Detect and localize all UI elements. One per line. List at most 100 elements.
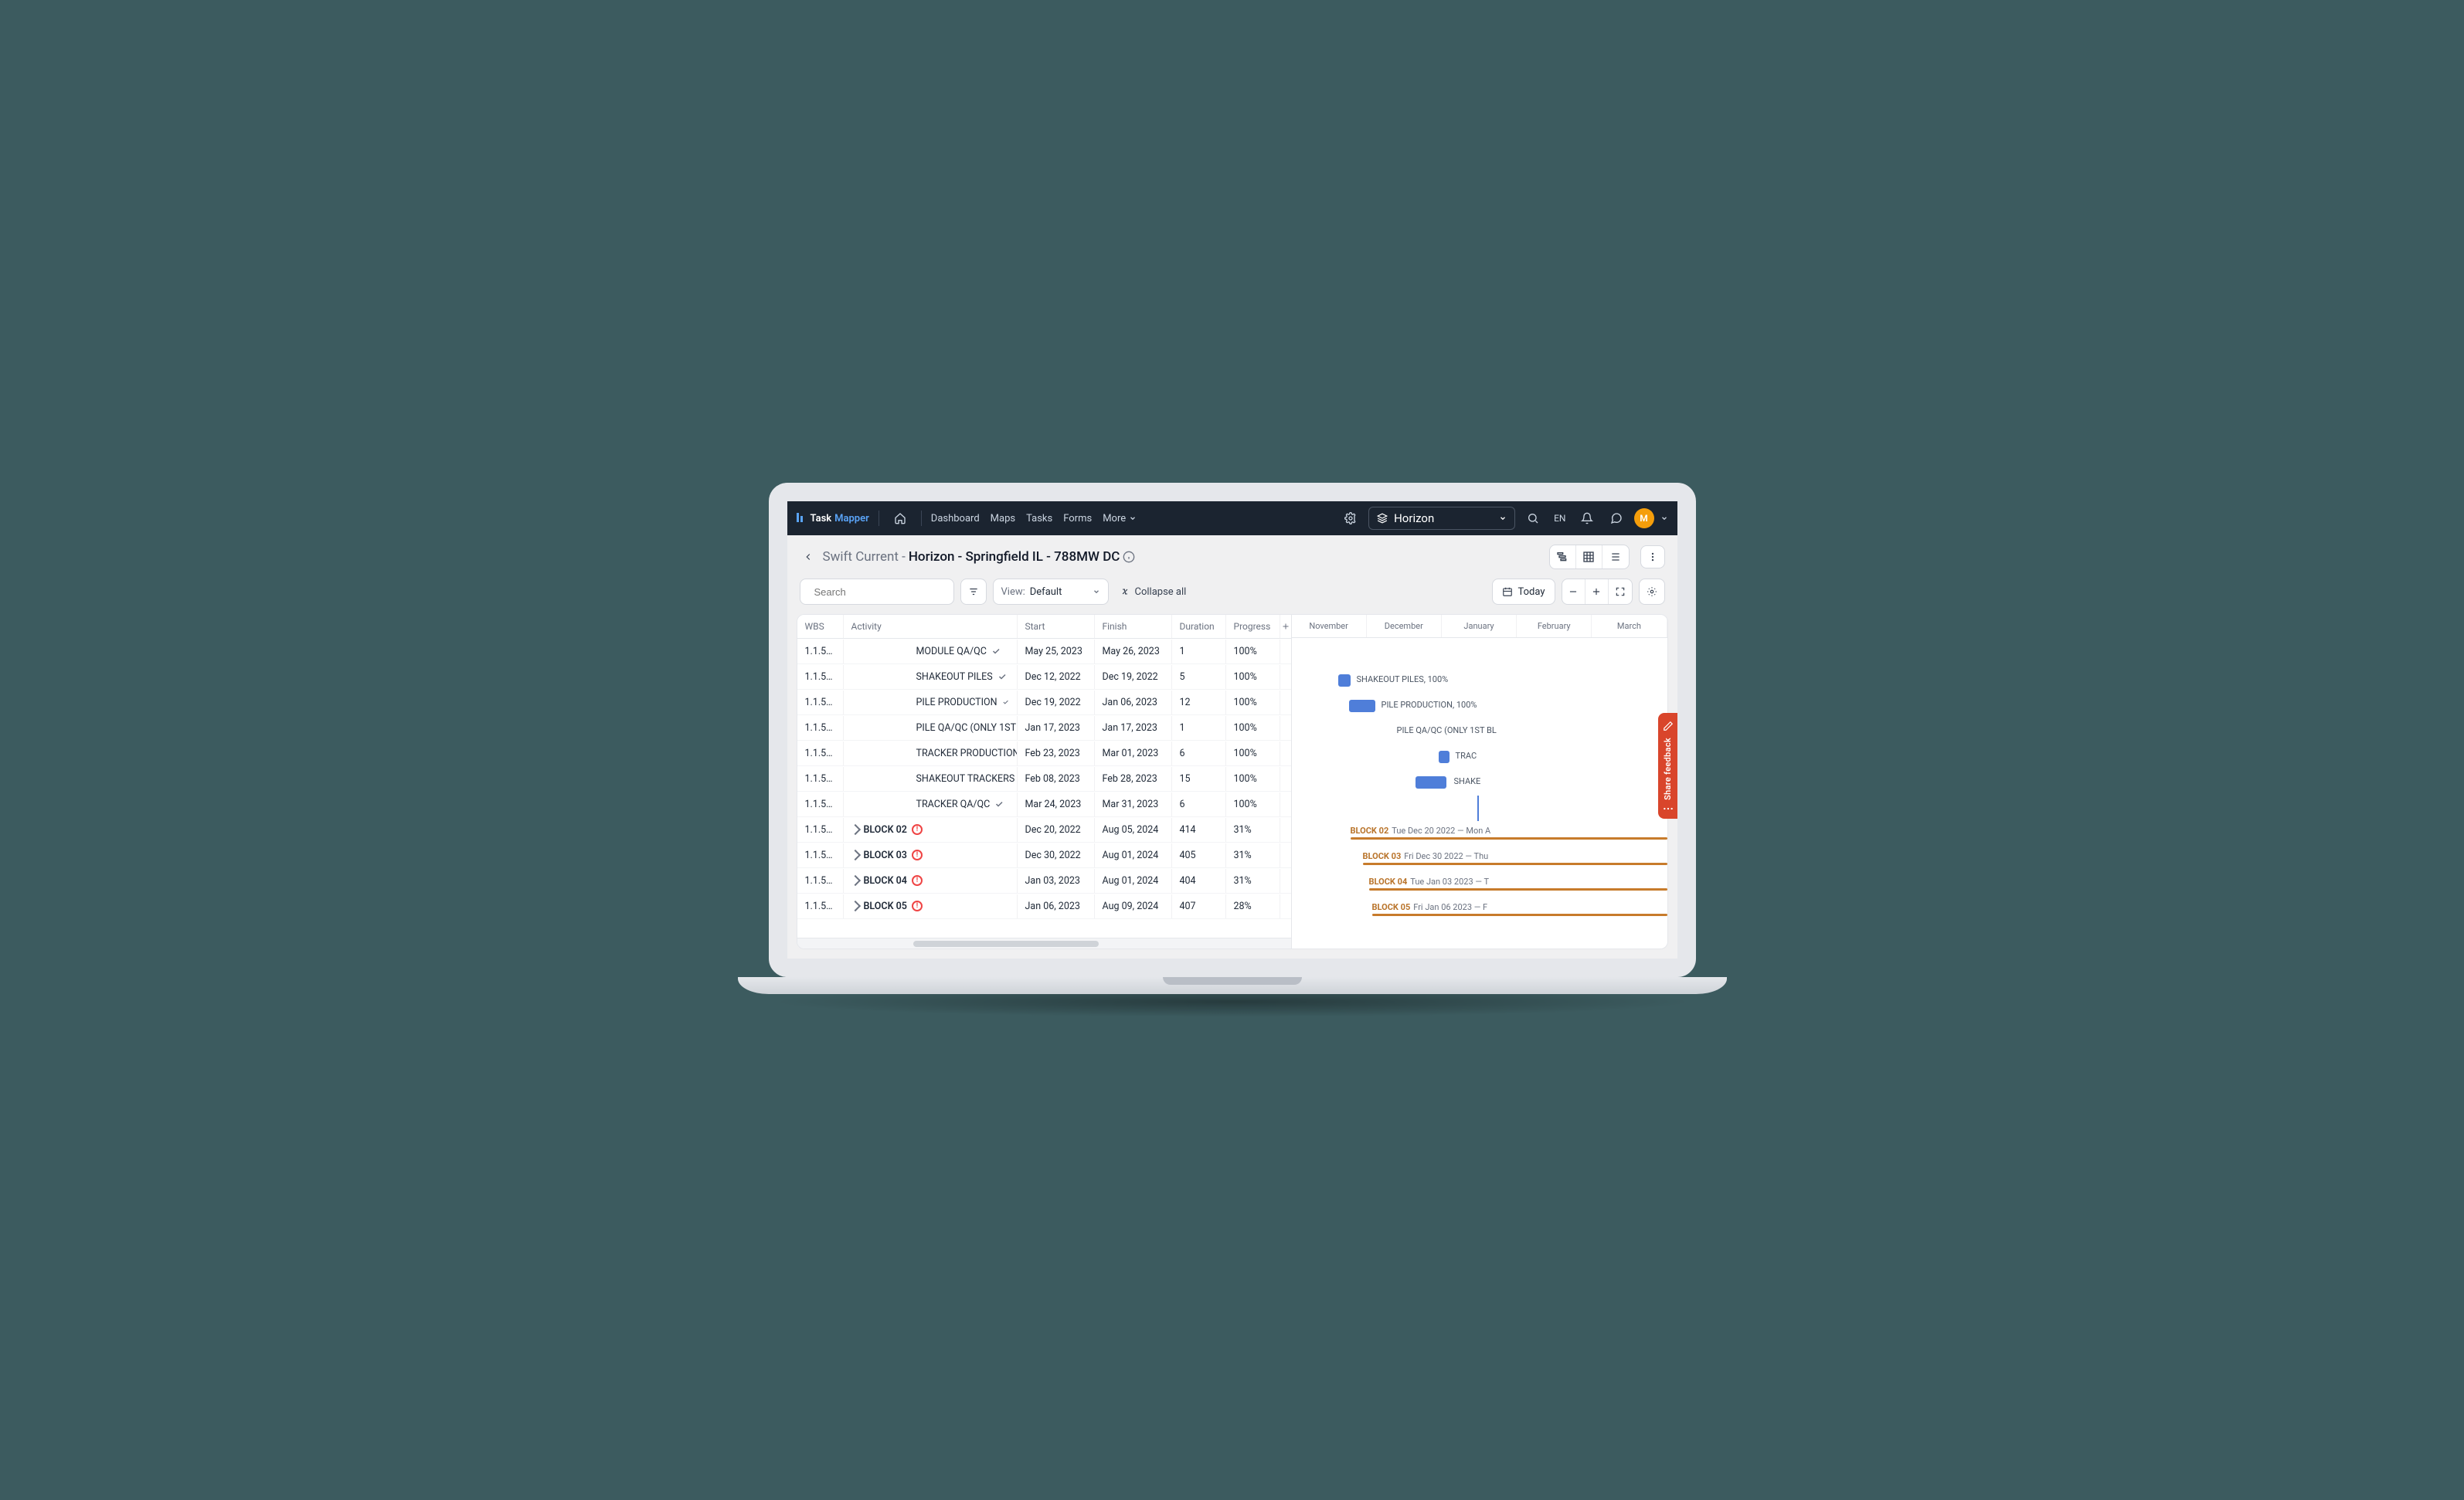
table-row[interactable]: 1.1.5.5.4.BLOCK 03!Dec 30, 2022Aug 01, 2… xyxy=(797,843,1291,868)
gantt-block-row[interactable]: BLOCK 04Tue Jan 03 2023 — T xyxy=(1292,872,1667,898)
cell-wbs: 1.1.5.5.4. xyxy=(797,742,844,765)
breadcrumb: Swift Current - Horizon - Springfield IL… xyxy=(823,549,1136,565)
settings-icon[interactable] xyxy=(1339,507,1362,530)
avatar[interactable]: M xyxy=(1634,508,1654,528)
project-selector[interactable]: Horizon xyxy=(1368,507,1515,530)
cell-activity: MODULE QA/QC xyxy=(844,640,1018,663)
more-actions-button[interactable] xyxy=(1640,545,1665,568)
cell-start: Dec 12, 2022 xyxy=(1018,665,1095,689)
back-button[interactable] xyxy=(800,548,817,565)
table-row[interactable]: 1.1.5.5.4.BLOCK 05!Jan 06, 2023Aug 09, 2… xyxy=(797,894,1291,919)
add-column-button[interactable] xyxy=(1280,615,1291,638)
cell-activity: PILE QA/QC (ONLY 1ST BLOC xyxy=(844,716,1018,740)
search-field[interactable] xyxy=(800,579,954,605)
view-select[interactable]: View: Default xyxy=(993,579,1109,605)
cell-finish: Aug 09, 2024 xyxy=(1095,894,1172,918)
breadcrumb-org: Swift Current - xyxy=(823,549,906,565)
table-row[interactable]: 1.1.5.5.4.SHAKEOUT PILESDec 12, 2022Dec … xyxy=(797,664,1291,690)
nav-maps[interactable]: Maps xyxy=(991,513,1015,524)
cell-activity: BLOCK 03! xyxy=(844,843,1018,867)
chevron-down-icon[interactable] xyxy=(1660,514,1668,522)
gantt-view-button[interactable] xyxy=(1550,545,1576,568)
cell-wbs: 1.1.5.5.4. xyxy=(797,767,844,791)
gantt-bar-label: PILE PRODUCTION, 100% xyxy=(1382,700,1477,710)
table-row[interactable]: 1.1.5.5.4.TRACKER QA/QCMar 24, 2023Mar 3… xyxy=(797,792,1291,817)
table-row[interactable]: 1.1.5.5.4.MODULE QA/QCMay 25, 2023May 26… xyxy=(797,639,1291,664)
table-row[interactable]: 1.1.5.5.4.SHAKEOUT TRACKERSFeb 08, 2023F… xyxy=(797,766,1291,792)
table-row[interactable]: 1.1.5.5.4.PILE QA/QC (ONLY 1ST BLOCJan 1… xyxy=(797,715,1291,741)
nav-forms[interactable]: Forms xyxy=(1063,513,1092,524)
nav-more[interactable]: More xyxy=(1103,513,1137,524)
bell-icon[interactable] xyxy=(1575,507,1599,530)
gantt-block-row[interactable]: BLOCK 03Fri Dec 30 2022 — Thu xyxy=(1292,847,1667,872)
today-label: Today xyxy=(1517,586,1545,598)
col-start[interactable]: Start xyxy=(1018,615,1095,638)
cell-progress: 100% xyxy=(1226,716,1280,740)
cell-duration: 6 xyxy=(1172,792,1226,816)
cell-start: Feb 08, 2023 xyxy=(1018,767,1095,791)
cell-progress: 28% xyxy=(1226,894,1280,918)
search-icon[interactable] xyxy=(1521,507,1545,530)
table-row[interactable]: 1.1.5.5.4.BLOCK 02!Dec 20, 2022Aug 05, 2… xyxy=(797,817,1291,843)
table-row[interactable]: 1.1.5.5.4.BLOCK 04!Jan 03, 2023Aug 01, 2… xyxy=(797,868,1291,894)
nav-tasks[interactable]: Tasks xyxy=(1026,513,1052,524)
cell-duration: 5 xyxy=(1172,665,1226,689)
expand-icon[interactable] xyxy=(849,875,860,886)
collapse-all-button[interactable]: Collapse all xyxy=(1115,586,1191,598)
zoom-in-button[interactable] xyxy=(1585,579,1609,604)
cell-finish: Dec 19, 2022 xyxy=(1095,665,1172,689)
more-icon xyxy=(1663,806,1674,811)
language-toggle[interactable]: EN xyxy=(1551,513,1568,524)
cell-progress: 100% xyxy=(1226,792,1280,816)
horizontal-scrollbar[interactable] xyxy=(797,938,1291,949)
col-wbs[interactable]: WBS xyxy=(797,615,844,638)
col-progress[interactable]: Progress xyxy=(1226,615,1280,638)
grid-body: 1.1.5.5.4.MODULE QA/QCMay 25, 2023May 26… xyxy=(797,639,1291,938)
nav-dashboard[interactable]: Dashboard xyxy=(931,513,980,524)
breadcrumb-proj: Horizon xyxy=(909,549,955,565)
col-activity[interactable]: Activity xyxy=(844,615,1018,638)
zoom-group xyxy=(1562,579,1633,605)
filter-button[interactable] xyxy=(960,579,987,605)
brand-name-1: Task xyxy=(811,513,832,524)
table-row[interactable]: 1.1.5.5.4.TRACKER PRODUCTION (6DAFeb 23,… xyxy=(797,741,1291,766)
feedback-tab[interactable]: Share feedback xyxy=(1658,713,1678,819)
cell-start: Jan 03, 2023 xyxy=(1018,869,1095,893)
expand-icon[interactable] xyxy=(849,850,860,860)
cell-activity: TRACKER PRODUCTION (6DA xyxy=(844,742,1018,765)
gantt-body: SHAKEOUT PILES, 100% PILE PRODUCTION, 10… xyxy=(1292,638,1667,923)
zoom-out-button[interactable] xyxy=(1562,579,1585,604)
toolbar: View: Default Collapse all Today xyxy=(787,574,1677,614)
cell-duration: 405 xyxy=(1172,843,1226,867)
table-row[interactable]: 1.1.5.5.4.PILE PRODUCTIONDec 19, 2022Jan… xyxy=(797,690,1291,715)
cell-duration: 404 xyxy=(1172,869,1226,893)
check-icon xyxy=(991,646,1001,656)
search-input[interactable] xyxy=(814,586,950,598)
gantt-bar[interactable] xyxy=(1349,700,1375,712)
brand-logo[interactable]: TaskMapper xyxy=(797,513,869,524)
gantt-bar[interactable] xyxy=(1416,776,1446,789)
fullscreen-button[interactable] xyxy=(1609,579,1632,604)
timeline-month: January xyxy=(1442,615,1517,637)
info-icon[interactable] xyxy=(1123,551,1135,563)
check-icon xyxy=(1002,697,1009,707)
settings-panel-button[interactable] xyxy=(1639,579,1665,605)
view-mode-switch xyxy=(1549,545,1630,569)
expand-icon[interactable] xyxy=(849,824,860,835)
cell-duration: 407 xyxy=(1172,894,1226,918)
table-view-button[interactable] xyxy=(1576,545,1602,568)
home-icon[interactable] xyxy=(889,507,912,530)
col-duration[interactable]: Duration xyxy=(1172,615,1226,638)
gantt-bar[interactable] xyxy=(1439,751,1450,763)
gantt-bar[interactable] xyxy=(1338,674,1351,687)
col-finish[interactable]: Finish xyxy=(1095,615,1172,638)
today-button[interactable]: Today xyxy=(1492,579,1555,605)
cell-activity: BLOCK 05! xyxy=(844,894,1018,918)
chat-icon[interactable] xyxy=(1605,507,1628,530)
brand-name-2: Mapper xyxy=(834,513,869,524)
cell-finish: Feb 28, 2023 xyxy=(1095,767,1172,791)
list-view-button[interactable] xyxy=(1602,545,1629,568)
gantt-block-row[interactable]: BLOCK 02Tue Dec 20 2022 — Mon A xyxy=(1292,821,1667,847)
expand-icon[interactable] xyxy=(849,901,860,911)
gantt-block-row[interactable]: BLOCK 05Fri Jan 06 2023 — F xyxy=(1292,898,1667,923)
